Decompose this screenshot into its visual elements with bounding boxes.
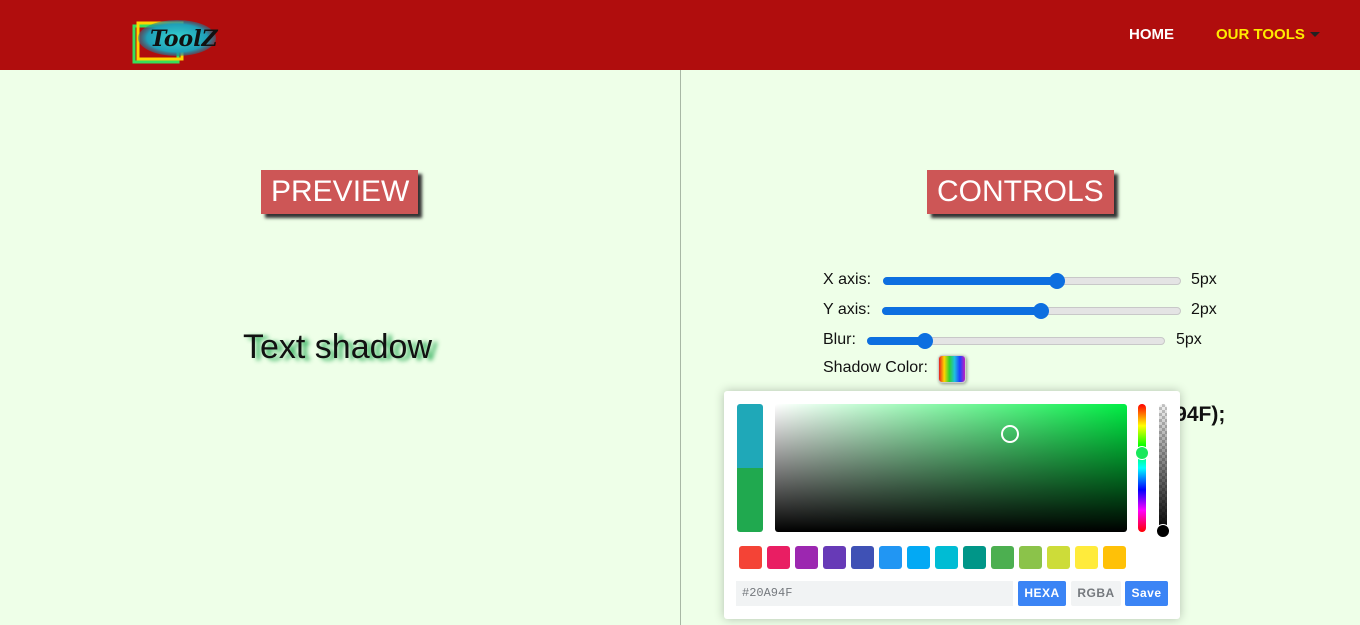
color-picker-popup: #20A94F HEXA RGBA Save — [724, 391, 1180, 619]
color-swatch[interactable] — [879, 546, 902, 569]
blur-value: 5px — [1176, 331, 1202, 348]
nav-our-tools-dropdown[interactable]: OUR TOOLS — [1216, 26, 1305, 43]
opacity-slider-thumb[interactable] — [1156, 524, 1170, 538]
blur-label: Blur: — [823, 331, 856, 348]
save-button[interactable]: Save — [1125, 581, 1168, 606]
previous-color-preview[interactable] — [737, 404, 763, 468]
y-axis-slider[interactable] — [882, 303, 1181, 319]
color-swatch[interactable] — [1019, 546, 1042, 569]
toolz-logo[interactable]: ToolZ — [132, 16, 222, 68]
shadow-color-label: Shadow Color: — [823, 359, 928, 376]
hex-value-input[interactable]: #20A94F — [736, 581, 1013, 606]
preview-sample-text: Text shadow — [243, 328, 432, 366]
y-axis-label: Y axis: — [823, 301, 871, 318]
preview-title: PREVIEW — [261, 170, 418, 214]
color-swatch[interactable] — [935, 546, 958, 569]
shadow-color-button[interactable] — [938, 355, 966, 383]
rgba-mode-button[interactable]: RGBA — [1071, 581, 1121, 606]
x-axis-value: 5px — [1191, 271, 1217, 288]
y-axis-slider-thumb[interactable] — [1033, 303, 1050, 319]
color-swatch[interactable] — [1047, 546, 1070, 569]
controls-title: CONTROLS — [927, 170, 1114, 214]
color-swatch[interactable] — [907, 546, 930, 569]
navbar: ToolZ HOME OUR TOOLS — [0, 0, 1360, 70]
x-axis-label: X axis: — [823, 271, 872, 288]
color-swatch[interactable] — [963, 546, 986, 569]
color-swatch[interactable] — [1103, 546, 1126, 569]
current-color-preview — [737, 468, 763, 532]
panel-divider — [680, 70, 681, 625]
blur-slider[interactable] — [867, 333, 1165, 349]
color-swatch[interactable] — [1075, 546, 1098, 569]
color-swatch[interactable] — [991, 546, 1014, 569]
logo-text: ToolZ — [150, 26, 219, 52]
color-swatch[interactable] — [795, 546, 818, 569]
chevron-down-icon[interactable] — [1310, 32, 1320, 37]
x-axis-slider-thumb[interactable] — [1048, 273, 1065, 289]
hue-slider[interactable] — [1138, 404, 1146, 532]
x-axis-slider-fill — [883, 277, 1056, 285]
color-swatch[interactable] — [767, 546, 790, 569]
blur-slider-thumb[interactable] — [916, 333, 933, 349]
nav-home-link[interactable]: HOME — [1129, 26, 1174, 43]
saturation-area[interactable] — [775, 404, 1127, 532]
saturation-cursor[interactable] — [1001, 425, 1019, 443]
color-swatch[interactable] — [739, 546, 762, 569]
hue-slider-thumb[interactable] — [1135, 446, 1149, 460]
opacity-slider[interactable] — [1159, 404, 1167, 532]
color-swatch[interactable] — [823, 546, 846, 569]
y-axis-value: 2px — [1191, 301, 1217, 318]
blur-slider-fill — [867, 337, 924, 345]
x-axis-slider[interactable] — [883, 273, 1181, 289]
color-swatch[interactable] — [851, 546, 874, 569]
hexa-mode-button[interactable]: HEXA — [1018, 581, 1066, 606]
y-axis-slider-fill — [882, 307, 1041, 315]
